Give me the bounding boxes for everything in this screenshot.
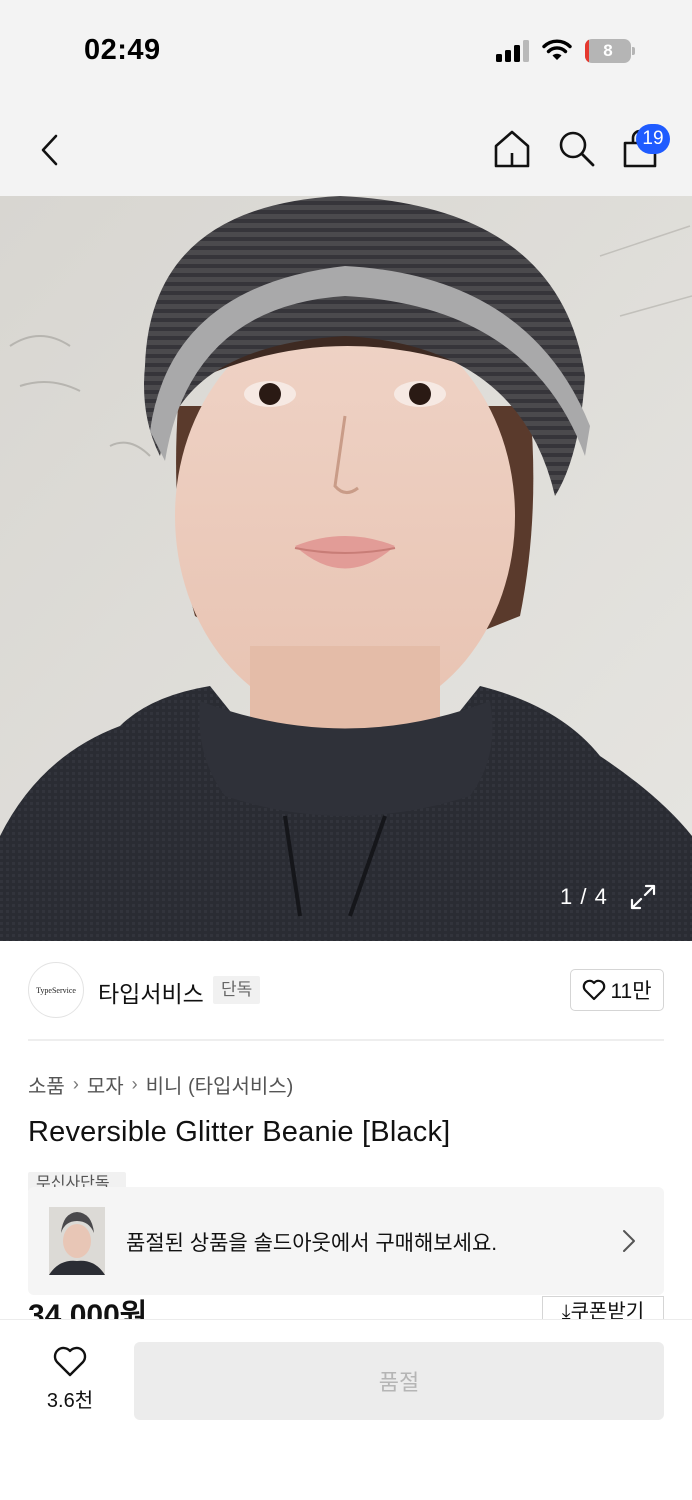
product-like-button[interactable]: 3.6천 xyxy=(30,1346,110,1418)
breadcrumb: 소품 › 모자 › 비니 (타입서비스) xyxy=(28,1070,293,1099)
product-price: 34,000원 xyxy=(28,1299,148,1320)
breadcrumb-item-accessories[interactable]: 소품 xyxy=(28,1070,65,1099)
status-bar: 02:49 8 xyxy=(0,0,692,100)
bottom-action-bar: 3.6천 품절 xyxy=(0,1319,692,1500)
brand-logo[interactable]: TypeService xyxy=(28,962,84,1018)
cellular-signal-icon xyxy=(496,40,529,62)
search-button[interactable] xyxy=(554,126,598,172)
chevron-left-icon xyxy=(41,134,58,166)
cart-count-badge: 19 xyxy=(636,124,670,154)
product-photo xyxy=(0,196,692,941)
heart-icon xyxy=(583,979,606,1001)
coupon-download-button[interactable]: ⤓쿠폰받기 xyxy=(542,1296,664,1320)
product-image-gallery[interactable] xyxy=(0,196,692,941)
expand-image-button[interactable] xyxy=(628,882,658,912)
breadcrumb-item-beanie[interactable]: 비니 (타입서비스) xyxy=(146,1070,294,1099)
exclusive-badge: 단독 xyxy=(213,976,261,1004)
brand-name[interactable]: 타입서비스 xyxy=(98,975,204,1009)
chevron-right-icon xyxy=(623,1230,635,1252)
top-navigation-bar xyxy=(0,100,692,196)
expand-icon xyxy=(630,884,656,910)
wifi-icon xyxy=(542,39,572,60)
battery-level: 8 xyxy=(603,41,613,60)
back-button[interactable] xyxy=(30,128,70,172)
brand-like-count: 11만 xyxy=(610,980,652,1003)
soldout-thumbnail xyxy=(49,1207,105,1275)
battery-indicator: 8 xyxy=(585,39,635,63)
soldout-button[interactable]: 품절 xyxy=(134,1342,664,1420)
home-icon xyxy=(494,130,530,168)
image-counter: 1 / 4 xyxy=(560,884,608,909)
brand-logo-text: TypeService xyxy=(36,985,76,995)
soldout-banner-text: 품절된 상품을 솔드아웃에서 구매해보세요. xyxy=(126,1232,498,1255)
breadcrumb-item-hats[interactable]: 모자 xyxy=(87,1070,124,1099)
soldout-banner[interactable]: 품절된 상품을 솔드아웃에서 구매해보세요. xyxy=(28,1187,664,1295)
search-icon xyxy=(559,131,595,167)
heart-icon xyxy=(53,1346,87,1377)
home-button[interactable] xyxy=(490,126,534,172)
brand-like-button[interactable]: 11만 xyxy=(570,969,664,1011)
status-time: 02:49 xyxy=(84,34,161,66)
product-title: Reversible Glitter Beanie [Black] xyxy=(28,1116,451,1148)
product-like-count: 3.6천 xyxy=(46,1390,94,1412)
divider xyxy=(28,1039,664,1041)
breadcrumb-separator-icon: › xyxy=(72,1074,79,1094)
breadcrumb-separator-icon: › xyxy=(131,1074,138,1094)
brand-row: TypeService 타입서비스 단독 11만 xyxy=(28,962,664,1018)
